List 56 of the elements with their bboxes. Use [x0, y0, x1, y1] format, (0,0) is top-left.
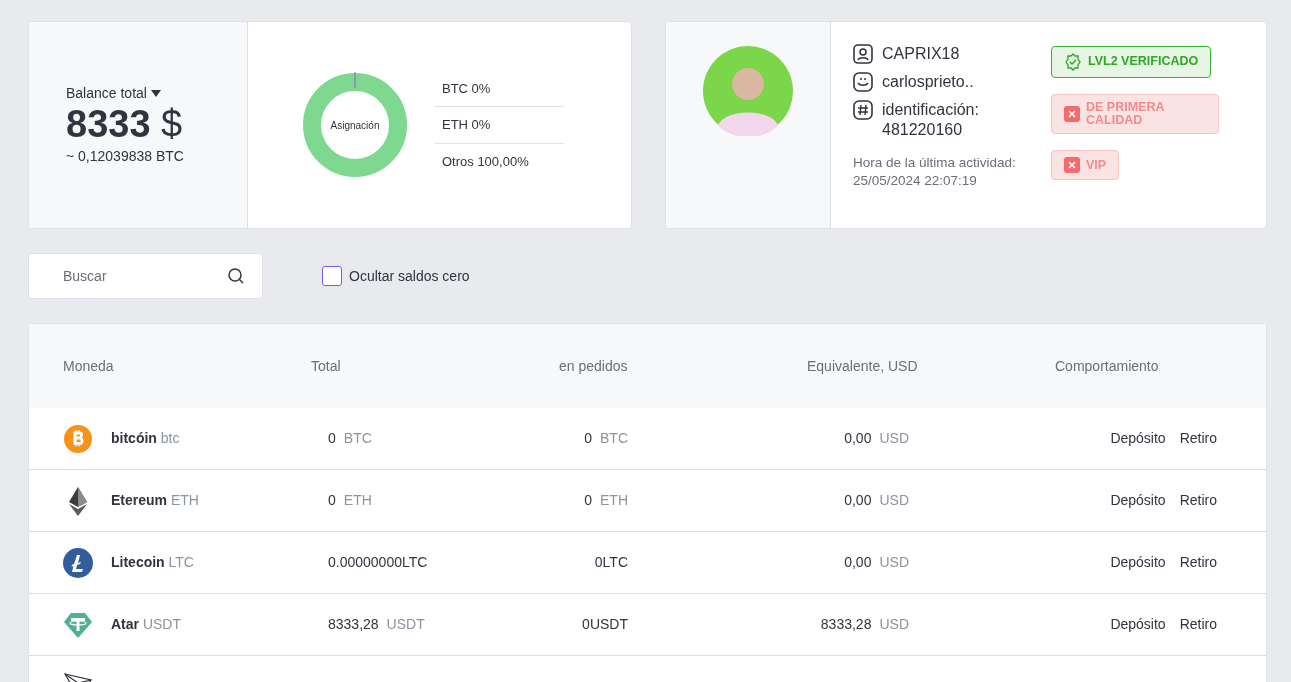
- withdraw-link[interactable]: Retiro: [1179, 428, 1217, 449]
- user-icon: [853, 44, 873, 64]
- close-icon: [1064, 157, 1080, 174]
- deposit-link[interactable]: Depósito: [1110, 490, 1166, 511]
- column-header: Equivalente, USD: [807, 356, 919, 376]
- total-value: 8333,28 USDT: [328, 616, 425, 632]
- coin-name: Etereum ETH: [111, 491, 199, 510]
- checkbox[interactable]: [322, 266, 342, 286]
- face-icon: [853, 72, 873, 92]
- balance-label: Balance total: [66, 84, 147, 104]
- total-value: 0 ETH: [328, 492, 372, 508]
- total-value: 0.00000000LTC: [328, 554, 428, 570]
- usd-value: 0,00 USD: [844, 492, 909, 508]
- caret-icon[interactable]: [150, 90, 161, 98]
- deposit-link[interactable]: Depósito: [1110, 428, 1166, 449]
- donut-center-label: Asignación: [330, 118, 380, 133]
- bitcoin-icon: [63, 423, 93, 454]
- search-icon: [228, 268, 244, 284]
- deposit-link[interactable]: Depósito: [1110, 552, 1166, 573]
- column-header: Moneda: [63, 356, 115, 376]
- deposit-link[interactable]: Depósito: [1110, 614, 1166, 635]
- total-value: 0 BTC: [328, 430, 372, 446]
- btc-equivalent: ~ 0,12039838 BTC: [66, 146, 185, 166]
- coin-name: bitcóin btc: [111, 429, 180, 448]
- close-icon: [1064, 106, 1080, 123]
- withdraw-link[interactable]: Retiro: [1179, 552, 1217, 573]
- orders-value: 0USDT: [582, 616, 628, 632]
- coin-name: Atar USDT: [111, 615, 182, 634]
- legend-item: ETH 0%: [434, 107, 564, 144]
- usd-value: 0,00 USD: [844, 554, 909, 570]
- balance-amount: 8333 $: [66, 104, 184, 146]
- litecoin-icon: [63, 547, 93, 578]
- coin-name: Litecoin LTC: [111, 553, 194, 572]
- profile-field: carlosprieto..: [882, 72, 974, 92]
- hash-icon: [853, 100, 873, 120]
- withdraw-link[interactable]: Retiro: [1179, 614, 1217, 635]
- usd-value: 8333,28 USD: [820, 616, 909, 632]
- status-badge: LVL2 VERIFICADO: [1051, 46, 1212, 78]
- column-header: en pedidos: [559, 356, 629, 376]
- status-badge: DE PRIMERA CALIDAD: [1051, 94, 1219, 135]
- usd-value: 0,00 USD: [844, 430, 909, 446]
- last-activity: Hora de la última actividad: 25/05/2024 22:07:19: [853, 154, 1017, 191]
- column-header: Total: [311, 356, 342, 376]
- orders-value: 0LTC: [594, 554, 628, 570]
- legend-item: BTC 0%: [434, 70, 564, 108]
- withdraw-link[interactable]: Retiro: [1179, 490, 1217, 511]
- checkbox-label: Ocultar saldos cero: [349, 266, 470, 286]
- orders-value: 0 BTC: [584, 430, 628, 446]
- search-field[interactable]: Buscar: [28, 253, 263, 299]
- profile-field: CAPRIX18: [882, 44, 960, 64]
- legend-item: Otros 100,00%: [441, 152, 530, 171]
- status-badge: VIP: [1051, 150, 1120, 181]
- profile-field: identificación: 481220160: [882, 100, 1034, 140]
- orders-value: 0 ETH: [584, 492, 628, 508]
- column-header: Comportamiento: [1055, 356, 1160, 376]
- check-badge-icon: [1064, 53, 1082, 71]
